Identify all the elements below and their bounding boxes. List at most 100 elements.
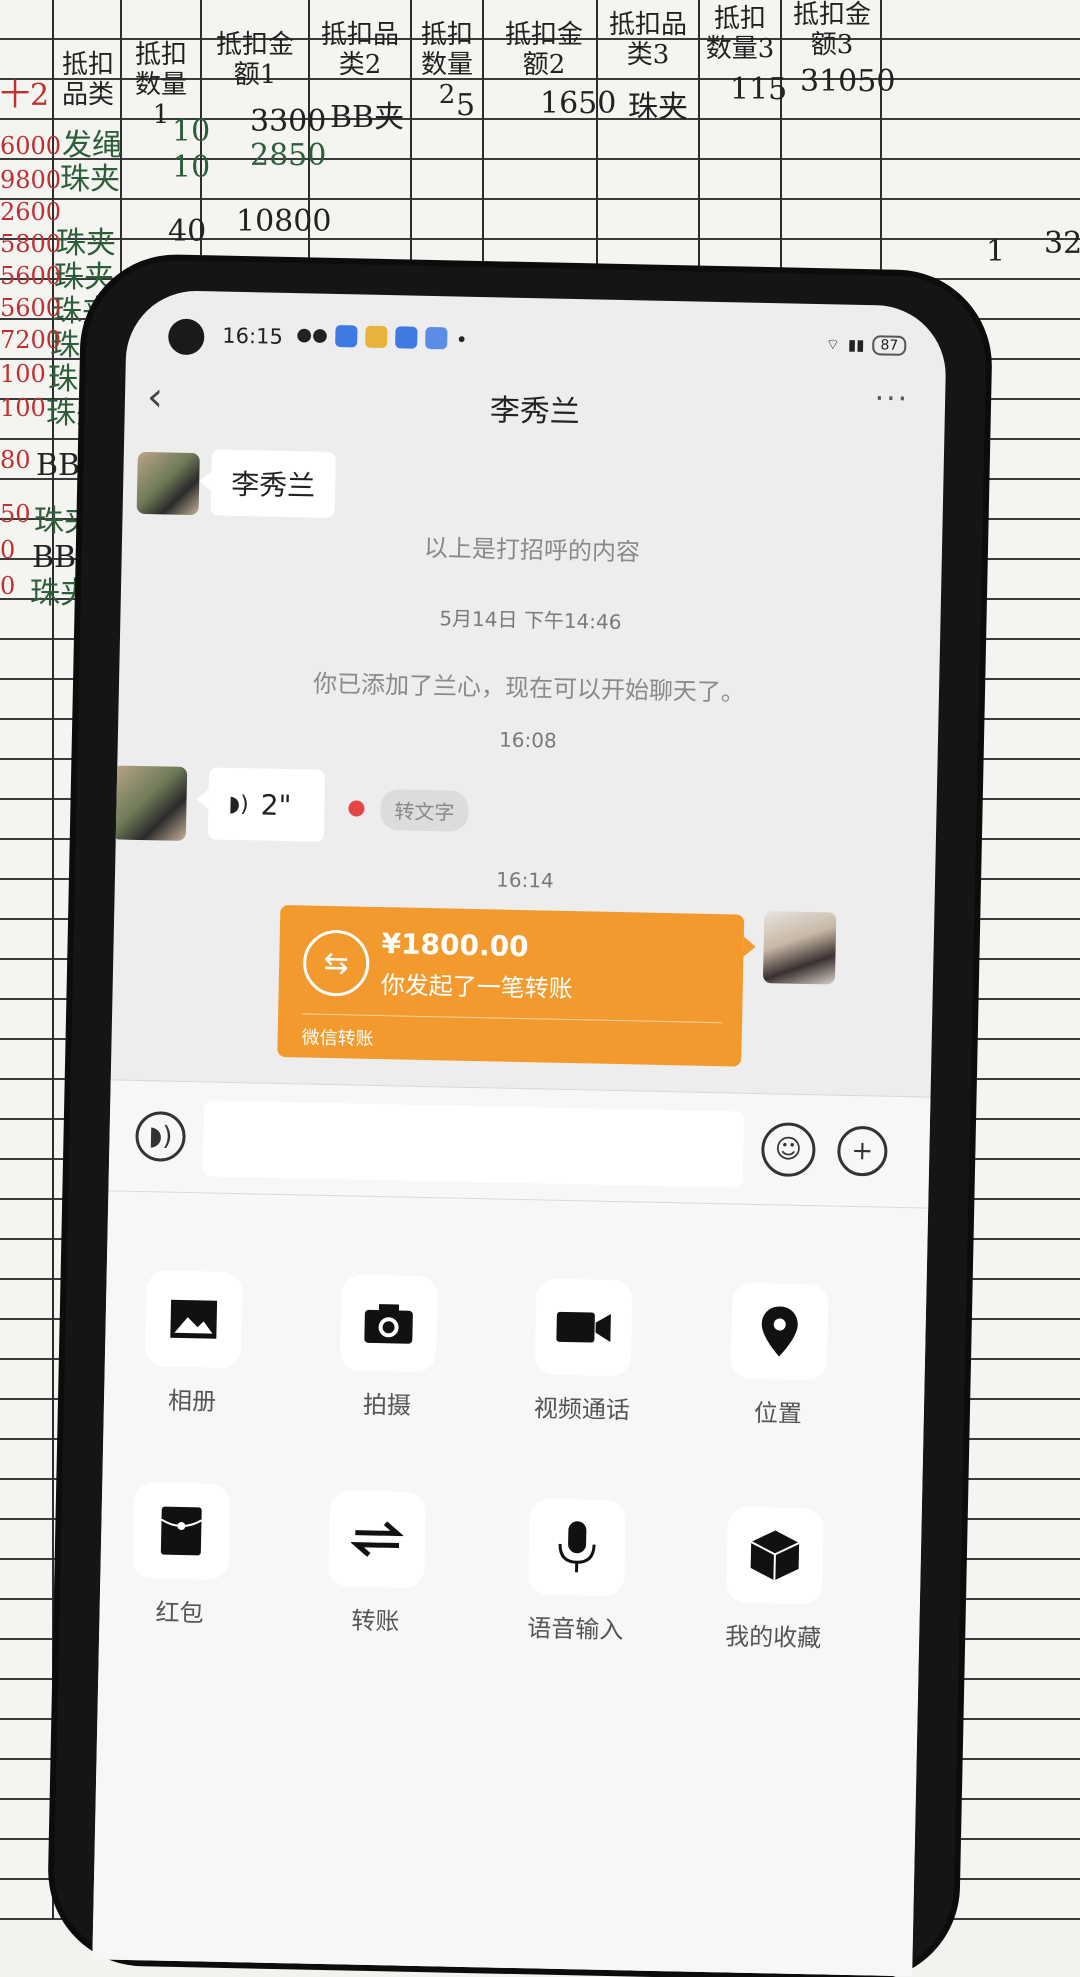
red-envelope-button[interactable]	[132, 1482, 231, 1580]
location-button[interactable]	[730, 1282, 829, 1381]
sheet-cell: 2850	[250, 138, 327, 173]
voice-mode-button[interactable]: ◗)	[135, 1110, 187, 1162]
camera-icon	[364, 1304, 413, 1344]
my-avatar[interactable]	[762, 911, 837, 985]
sheet-header: 抵扣金额1	[215, 30, 294, 90]
sheet-header: 抵扣金额3	[792, 0, 871, 60]
sheet-cell: 9800	[0, 166, 62, 194]
timestamp: 16:08	[498, 727, 557, 753]
image-icon	[170, 1299, 218, 1339]
voice-input-button[interactable]	[528, 1498, 627, 1597]
more-options-button[interactable]: ···	[874, 381, 909, 417]
battery-icon: 87	[872, 335, 907, 356]
transfer-button[interactable]	[328, 1490, 427, 1589]
sheet-cell: 115	[730, 72, 788, 107]
red-envelope-icon	[160, 1506, 202, 1556]
sheet-cell: 5600	[0, 294, 62, 322]
capture-button[interactable]	[339, 1274, 438, 1373]
sheet-cell: 50	[0, 500, 31, 528]
sheet-cell: 100	[0, 394, 46, 422]
sheet-cell: 100	[0, 360, 46, 388]
sheet-cell: BB夹	[330, 100, 405, 135]
transfer-label: 转账	[351, 1606, 400, 1636]
sheet-cell: 5600	[0, 262, 62, 290]
chat-title: 李秀兰	[489, 393, 581, 431]
front-camera	[167, 318, 205, 356]
greeting-bubble[interactable]: 李秀兰	[210, 449, 336, 518]
transfer-icon	[350, 1521, 404, 1557]
transfer-footer: 微信转账	[301, 1027, 374, 1050]
sheet-cell: 80	[0, 446, 31, 474]
chat-screen: 16:15 ●● • ⌔ ▮▮ 87 ‹ 李秀兰 ··· 李秀兰 以上是打招呼的…	[92, 289, 948, 1977]
sheet-cell: 32	[1044, 226, 1080, 261]
sheet-header: 抵扣品类	[61, 50, 114, 110]
sheet-cell: 31050	[800, 64, 896, 99]
signal-icon: ▮▮	[847, 335, 865, 355]
sheet-cell: 10	[172, 150, 211, 185]
emoji-button[interactable]: ☺	[760, 1122, 816, 1178]
sheet-cell: 10800	[236, 204, 332, 239]
message-input[interactable]	[202, 1100, 745, 1188]
sheet-header: 抵扣品类2	[320, 20, 399, 80]
sheet-header: 抵扣品类3	[608, 10, 687, 70]
more-notifications-icon: •	[455, 327, 468, 352]
more-functions-button[interactable]: +	[836, 1125, 888, 1177]
plus-icon: +	[851, 1135, 874, 1167]
location-label: 位置	[753, 1398, 803, 1428]
input-bar: ◗) ☺ +	[108, 1079, 931, 1209]
greeting-note: 以上是打招呼的内容	[423, 533, 641, 567]
sheet-cell: 40	[168, 214, 207, 249]
function-panel: 相册 拍摄 视频通话 位置 红包 转账 语音输入 我的收藏	[92, 1191, 929, 1977]
voice-message-bubble[interactable]: ◗) 2"	[207, 767, 326, 842]
system-notice: 你已添加了兰心，现在可以开始聊天了。	[312, 669, 746, 707]
red-envelope-label: 红包	[155, 1598, 204, 1628]
favorites-label: 我的收藏	[724, 1622, 822, 1653]
sheet-cell: 0	[0, 572, 16, 600]
chat-header: ‹ 李秀兰 ···	[124, 362, 945, 449]
capture-label: 拍摄	[362, 1390, 412, 1420]
sheet-header: 抵扣数量3	[705, 4, 775, 64]
sheet-cell: 1650	[540, 86, 617, 121]
voice-duration: 2"	[260, 788, 292, 822]
unread-dot	[348, 800, 365, 817]
sheet-cell: 3300	[250, 104, 327, 139]
wifi-icon: ⌔	[825, 334, 841, 354]
sheet-cell: 6000	[0, 132, 62, 160]
voice-wave-icon: ◗)	[228, 791, 249, 817]
convert-to-text-button[interactable]: 转文字	[380, 789, 469, 832]
notification-icons: ●● •	[296, 324, 468, 352]
contact-avatar[interactable]	[111, 765, 188, 841]
microphone-icon	[558, 1521, 596, 1573]
transfer-icon: ⇆	[302, 929, 370, 997]
sheet-corner: 十2	[0, 78, 50, 113]
sheet-cell: 7200	[0, 326, 62, 354]
sheet-cell: 1	[986, 234, 1006, 269]
sheet-cell: 珠夹	[60, 162, 120, 197]
album-button[interactable]	[144, 1270, 243, 1369]
sheet-cell: 2600	[0, 198, 62, 226]
voice-input-label: 语音输入	[527, 1614, 624, 1645]
app-notification-icon	[365, 325, 388, 349]
sheet-cell: 5800	[0, 230, 62, 258]
transfer-amount: ¥1800.00	[381, 927, 529, 964]
transfer-message-card[interactable]: ⇆ ¥1800.00 你发起了一笔转账 微信转账	[277, 904, 745, 1067]
transfer-description: 你发起了一笔转账	[380, 971, 574, 1004]
divider	[302, 1013, 723, 1024]
album-label: 相册	[167, 1386, 217, 1416]
sheet-cell: 10	[172, 114, 211, 149]
sheet-cell: 5	[456, 88, 476, 123]
app-notification-icon	[395, 326, 418, 349]
emoji-icon: ☺	[774, 1134, 803, 1165]
phone-device: 16:15 ●● • ⌔ ▮▮ 87 ‹ 李秀兰 ··· 李秀兰 以上是打招呼的…	[52, 258, 988, 1977]
app-notification-icon	[425, 326, 448, 350]
voice-icon: ◗)	[148, 1121, 173, 1152]
timestamp: 5月14日 下午14:46	[439, 606, 622, 635]
favorites-icon	[750, 1530, 800, 1581]
contact-avatar[interactable]	[136, 451, 200, 516]
video-call-button[interactable]	[534, 1278, 633, 1377]
video-icon	[556, 1311, 611, 1343]
favorites-button[interactable]	[725, 1506, 824, 1605]
app-notification-icon	[335, 324, 358, 348]
timestamp: 16:14	[495, 867, 555, 893]
sheet-header: 抵扣金额2	[504, 20, 583, 80]
